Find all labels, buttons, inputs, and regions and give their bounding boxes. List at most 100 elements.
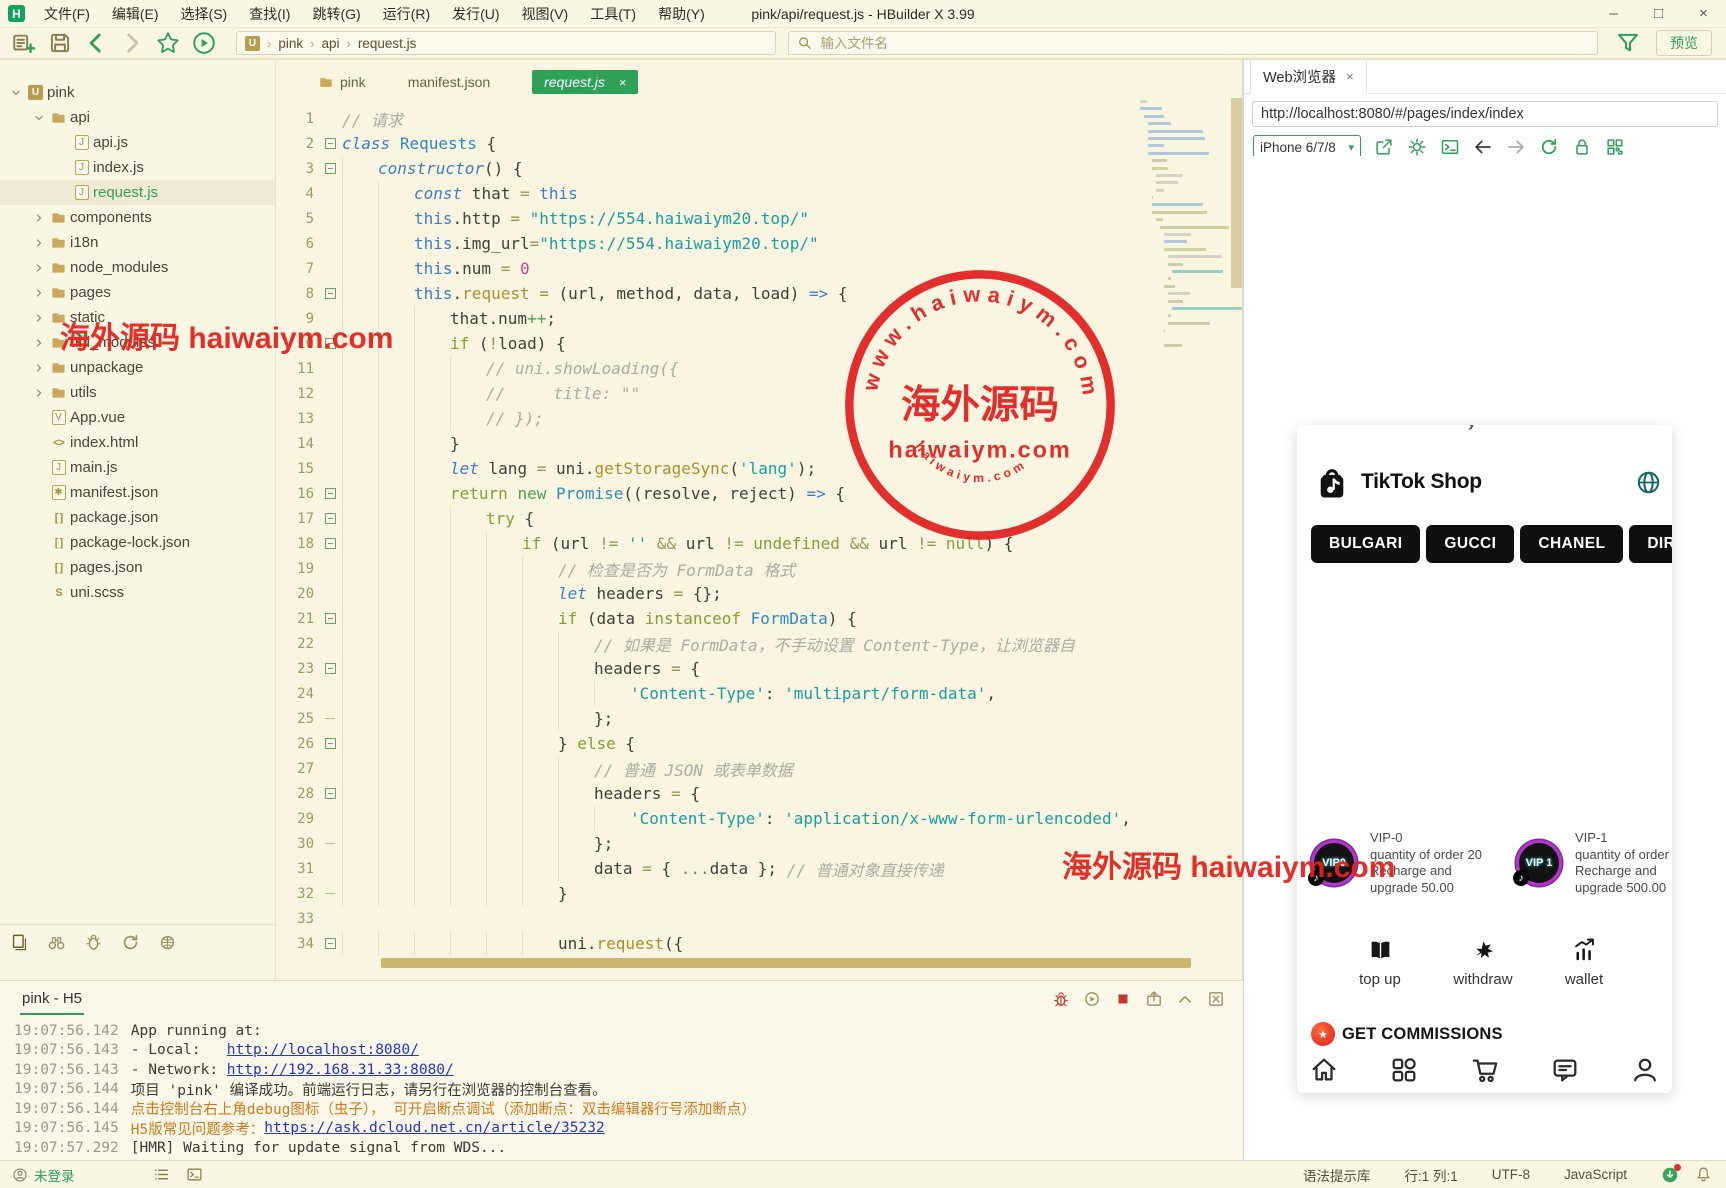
breadcrumb-item[interactable]: pink (278, 36, 303, 51)
line-number[interactable]: 21 (276, 611, 318, 627)
menu-item[interactable]: 视图(V) (511, 6, 580, 22)
login-status[interactable]: 未登录 (12, 1165, 75, 1185)
browser-tab-close-icon[interactable]: × (1346, 69, 1354, 84)
line-number[interactable]: 27 (276, 761, 318, 777)
tab-close-icon[interactable]: × (619, 75, 627, 90)
settings-icon[interactable] (1407, 137, 1427, 157)
profile-icon[interactable] (1630, 1055, 1660, 1085)
star-icon[interactable] (155, 30, 181, 56)
forward-icon[interactable] (119, 30, 145, 56)
cart-icon[interactable] (1470, 1055, 1500, 1085)
line-number[interactable]: 16 (276, 486, 318, 502)
forward-arrow-icon[interactable] (1506, 137, 1526, 157)
open-in-browser-icon[interactable] (1374, 137, 1394, 157)
fold-marker[interactable] (325, 738, 336, 749)
restart-icon[interactable] (1083, 990, 1101, 1008)
editor-tab-pink[interactable]: pink (318, 74, 366, 90)
line-number[interactable]: 3 (276, 161, 318, 177)
back-icon[interactable] (83, 30, 109, 56)
sidebar-item-static[interactable]: static (0, 305, 275, 330)
chevron-down-icon[interactable] (33, 112, 45, 124)
line-number[interactable]: 22 (276, 636, 318, 652)
sidebar-item-package-json[interactable]: [ ]package.json (0, 505, 275, 530)
refresh-icon[interactable] (121, 933, 140, 952)
chevron-down-icon[interactable] (10, 87, 22, 99)
sidebar-item-package-lock-json[interactable]: [ ]package-lock.json (0, 530, 275, 555)
brand-button-gucci[interactable]: GUCCI (1426, 525, 1514, 563)
console-tab[interactable]: pink - H5 (20, 983, 84, 1015)
new-file-icon[interactable] (11, 30, 37, 56)
fold-marker[interactable] (325, 513, 336, 524)
get-commissions[interactable]: ★ GET COMMISSIONS (1311, 1022, 1503, 1046)
sidebar-item-index-js[interactable]: Jindex.js (0, 155, 275, 180)
line-number[interactable]: 20 (276, 586, 318, 602)
fold-marker[interactable] (325, 938, 336, 949)
sidebar-item-components[interactable]: components (0, 205, 275, 230)
outline-icon[interactable] (153, 1166, 170, 1183)
sidebar-item-i18n[interactable]: i18n (0, 230, 275, 255)
sidebar-item-pink[interactable]: Upink (0, 80, 275, 105)
search-input[interactable] (819, 35, 1589, 52)
console-icon[interactable] (1440, 137, 1460, 157)
lock-icon[interactable] (1572, 137, 1592, 157)
sidebar-item-manifest-json[interactable]: ✱manifest.json (0, 480, 275, 505)
clear-icon[interactable] (1207, 990, 1225, 1008)
statusbar-item[interactable]: UTF-8 (1492, 1167, 1530, 1182)
action-top-up[interactable]: top up (1340, 937, 1420, 988)
chevron-right-icon[interactable] (33, 287, 45, 299)
menu-item[interactable]: 发行(U) (441, 6, 510, 22)
collapse-icon[interactable] (1176, 990, 1194, 1008)
sidebar-item-index-html[interactable]: <>index.html (0, 430, 275, 455)
editor-tab-request-js[interactable]: request.js× (532, 70, 638, 94)
line-number[interactable]: 19 (276, 561, 318, 577)
sidebar-item-node-modules[interactable]: node_modules (0, 255, 275, 280)
line-number[interactable]: 24 (276, 686, 318, 702)
grid-icon[interactable] (1389, 1055, 1419, 1085)
line-number[interactable]: 31 (276, 861, 318, 877)
menu-item[interactable]: 查找(I) (238, 6, 301, 22)
menu-item[interactable]: 运行(R) (372, 6, 441, 22)
chevron-right-icon[interactable] (33, 387, 45, 399)
breadcrumb-item[interactable]: api (321, 36, 339, 51)
statusbar-item[interactable]: 行:1 列:1 (1404, 1165, 1457, 1185)
fold-marker[interactable] (325, 338, 336, 349)
sidebar-item-api-js[interactable]: Japi.js (0, 130, 275, 155)
sidebar-item-pages-json[interactable]: [ ]pages.json (0, 555, 275, 580)
sidebar-item-pages[interactable]: pages (0, 280, 275, 305)
line-number[interactable]: 1 (276, 111, 318, 127)
line-number[interactable]: 18 (276, 536, 318, 552)
line-number[interactable]: 4 (276, 186, 318, 202)
sidebar-item-utils[interactable]: utils (0, 380, 275, 405)
menu-item[interactable]: 工具(T) (579, 6, 647, 22)
home-icon[interactable] (1309, 1055, 1339, 1085)
chevron-right-icon[interactable] (33, 362, 45, 374)
breadcrumb-item[interactable]: request.js (358, 36, 417, 51)
line-number[interactable]: 32 (276, 886, 318, 902)
minimize-button[interactable]: – (1591, 0, 1636, 27)
sidebar-item-app-vue[interactable]: VApp.vue (0, 405, 275, 430)
stop-icon[interactable] (1114, 990, 1132, 1008)
sidebar-item-api[interactable]: api (0, 105, 275, 130)
line-number[interactable]: 8 (276, 286, 318, 302)
update-download-icon[interactable] (1661, 1166, 1679, 1184)
line-number[interactable]: 26 (276, 736, 318, 752)
fold-marker[interactable] (325, 488, 336, 499)
filter-icon[interactable] (1615, 30, 1641, 56)
chevron-right-icon[interactable] (33, 262, 45, 274)
log-link[interactable]: http://localhost:8080/ (227, 1042, 419, 1058)
save-icon[interactable] (47, 30, 73, 56)
chat-icon[interactable] (1550, 1055, 1580, 1085)
fold-marker[interactable] (325, 163, 336, 174)
sidebar-item-uni-scss[interactable]: Suni.scss (0, 580, 275, 605)
line-number[interactable]: 12 (276, 386, 318, 402)
line-number[interactable]: 6 (276, 236, 318, 252)
line-number[interactable]: 13 (276, 411, 318, 427)
qrcode-icon[interactable] (1605, 137, 1625, 157)
chevron-right-icon[interactable] (33, 237, 45, 249)
line-number[interactable]: 25 (276, 711, 318, 727)
menu-item[interactable]: 选择(S) (170, 6, 239, 22)
log-link[interactable]: http://192.168.31.33:8080/ (227, 1062, 454, 1078)
line-number[interactable]: 10 (276, 336, 318, 352)
export-icon[interactable] (1145, 990, 1163, 1008)
menu-item[interactable]: 跳转(G) (301, 6, 371, 22)
